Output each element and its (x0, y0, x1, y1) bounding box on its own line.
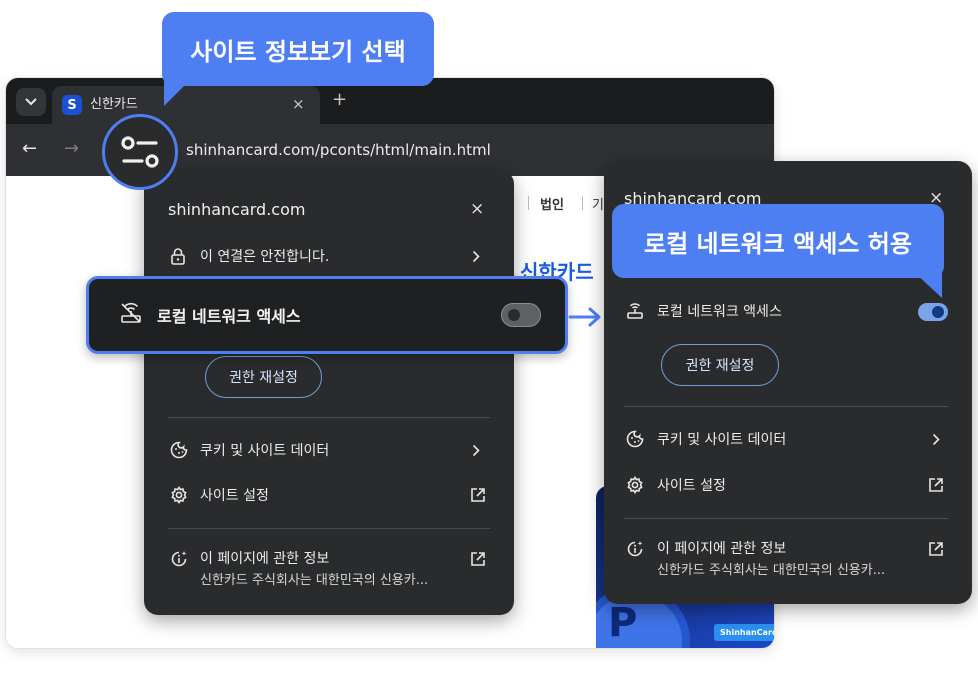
external-link-icon (471, 488, 485, 502)
external-link-icon (929, 478, 943, 492)
toggle-knob (932, 306, 944, 318)
nav-item-corporate[interactable]: 법인 (540, 194, 564, 213)
about-page-title: 이 페이지에 관한 정보 (657, 541, 787, 557)
site-info-panel-before: shinhancard.com × 이 연결은 안전합니다. 권한 재설정 쿠키… (144, 170, 514, 615)
site-settings-label: 사이트 설정 (200, 488, 269, 504)
network-icon (627, 303, 643, 319)
about-page-description: 신한카드 주식회사는 대한민국의 신용카... (657, 563, 886, 578)
info-sparkle-icon (627, 541, 643, 557)
cookies-row[interactable]: 쿠키 및 사이트 데이터 (144, 436, 514, 466)
local-network-toggle-on[interactable] (918, 303, 948, 321)
site-settings-row[interactable]: 사이트 설정 (144, 481, 514, 511)
nav-divider (582, 196, 583, 210)
divider (168, 417, 490, 418)
cookies-row[interactable]: 쿠키 및 사이트 데이터 (604, 425, 972, 455)
promo-brand-tag: ShinhanCard (714, 624, 774, 641)
gear-icon (627, 476, 643, 494)
panel-domain: shinhancard.com (168, 200, 306, 219)
local-network-access-label: 로컬 네트워크 액세스 (657, 304, 782, 320)
chevron-down-icon (25, 98, 37, 106)
local-network-access-row[interactable]: 로컬 네트워크 액세스 (604, 297, 972, 327)
lock-icon (171, 248, 185, 265)
site-settings-label: 사이트 설정 (657, 478, 726, 494)
cookies-label: 쿠키 및 사이트 데이터 (200, 443, 330, 459)
chevron-right-icon (472, 444, 480, 457)
gear-icon (171, 486, 187, 504)
arrow-right-icon (568, 307, 601, 327)
toggle-knob (508, 309, 520, 321)
about-page-title: 이 페이지에 관한 정보 (200, 551, 330, 567)
cookie-icon (626, 430, 644, 448)
divider (624, 518, 948, 519)
connection-secure-label: 이 연결은 안전합니다. (200, 249, 330, 265)
callout-select-site-info: 사이트 정보보기 선택 (162, 12, 434, 86)
callout-allow-local-network: 로컬 네트워크 액세스 허용 (612, 204, 944, 278)
about-page-row[interactable]: 이 페이지에 관한 정보 신한카드 주식회사는 대한민국의 신용카... (604, 535, 972, 583)
network-off-icon (121, 302, 141, 323)
nav-item-partial[interactable]: 기 (592, 194, 604, 213)
local-network-toggle-off[interactable] (501, 303, 541, 327)
nav-divider (528, 196, 529, 210)
cookie-icon (170, 441, 188, 459)
site-settings-row[interactable]: 사이트 설정 (604, 471, 972, 501)
external-link-icon (929, 542, 943, 556)
reset-permission-button[interactable]: 권한 재설정 (661, 344, 779, 386)
local-network-access-row-highlight[interactable]: 로컬 네트워크 액세스 (86, 276, 568, 354)
back-button[interactable]: ← (22, 138, 37, 159)
tab-search-dropdown-button[interactable] (16, 88, 46, 116)
site-info-button[interactable] (102, 114, 178, 190)
about-page-row[interactable]: 이 페이지에 관한 정보 신한카드 주식회사는 대한민국의 신용카... (144, 545, 514, 593)
chevron-right-icon (472, 250, 480, 263)
about-page-description: 신한카드 주식회사는 대한민국의 신용카... (200, 573, 429, 588)
address-bar-url[interactable]: shinhancard.com/pconts/html/main.html (186, 140, 491, 160)
local-network-access-label: 로컬 네트워크 액세스 (157, 307, 301, 326)
site-info-tune-icon (121, 136, 159, 168)
promo-letter: P (608, 600, 638, 646)
connection-secure-row[interactable]: 이 연결은 안전합니다. (144, 242, 514, 272)
tab-title: 신한카드 (90, 97, 138, 112)
tab-close-icon[interactable]: × (292, 94, 305, 114)
info-sparkle-icon (171, 551, 187, 567)
divider (624, 406, 948, 407)
shinhan-favicon-icon: S (62, 95, 82, 115)
external-link-icon (471, 552, 485, 566)
cookies-label: 쿠키 및 사이트 데이터 (657, 432, 787, 448)
new-tab-button[interactable]: + (332, 90, 347, 110)
forward-button[interactable]: → (64, 138, 79, 159)
divider (168, 528, 490, 529)
close-icon[interactable]: × (470, 199, 484, 219)
reset-permission-button[interactable]: 권한 재설정 (205, 356, 322, 398)
chevron-right-icon (932, 433, 940, 446)
